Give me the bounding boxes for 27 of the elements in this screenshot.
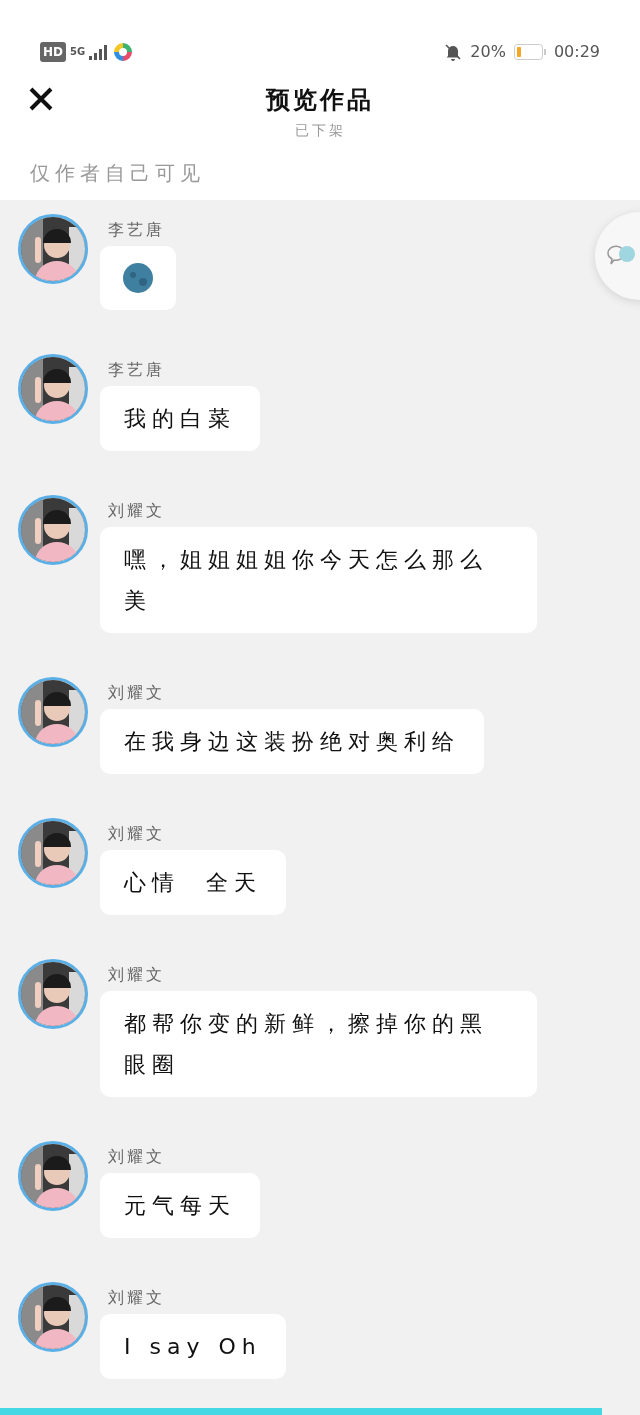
visibility-note: 仅作者自己可见	[30, 160, 205, 187]
app-icon	[113, 42, 134, 62]
message-bubble: 我的白菜	[100, 386, 260, 451]
battery-percent: 20%	[470, 41, 506, 63]
network-type: 5G	[70, 47, 86, 57]
message-bubble: 心情 全天	[100, 850, 286, 915]
clock: 00:29	[553, 41, 600, 63]
author-name: 刘耀文	[108, 1146, 166, 1168]
message-bubble: 都帮你变的新鲜，擦掉你的黑眼圈	[100, 991, 537, 1097]
moon-icon	[122, 262, 154, 294]
message-bubble: 嘿，姐姐姐姐你今天怎么那么美	[100, 527, 537, 633]
message-bubble: 在我身边这装扮绝对奥利给	[100, 709, 484, 774]
hd-indicator: HD	[40, 42, 66, 62]
signal-icon	[89, 44, 110, 60]
battery-icon	[513, 44, 546, 60]
status-subtitle: 已下架	[294, 121, 346, 140]
author-name: 刘耀文	[108, 682, 166, 704]
author-name: 刘耀文	[108, 964, 166, 986]
page-title: 预览作品	[266, 85, 374, 116]
author-name: 刘耀文	[108, 500, 166, 522]
author-name: 李艺唐	[108, 359, 166, 381]
author-name: 刘耀文	[108, 1287, 166, 1309]
author-name: 刘耀文	[108, 823, 166, 845]
message-bubble: I say Oh	[100, 1314, 286, 1379]
muted-bell-icon	[444, 43, 463, 61]
author-name: 李艺唐	[108, 219, 166, 241]
message-bubble: 元气每天	[100, 1173, 260, 1238]
